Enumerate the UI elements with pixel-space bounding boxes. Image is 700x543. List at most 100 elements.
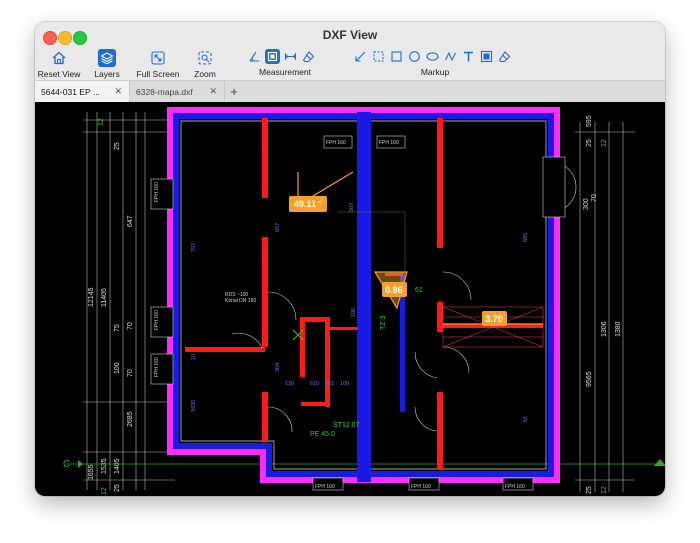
- close-tab-icon[interactable]: ✕: [114, 86, 122, 97]
- drawing-canvas[interactable]: 12 25 647 12145 11405 75 70 100 70 2685 …: [35, 102, 665, 496]
- blue-dim: 657: [275, 223, 281, 232]
- fph-label: FPH 160: [505, 484, 525, 490]
- dim-label: 100: [114, 362, 121, 374]
- expand-icon: [149, 49, 167, 67]
- ellipse-icon[interactable]: [425, 49, 440, 64]
- axis-label: C: [63, 459, 70, 470]
- blue-dim: 304: [275, 363, 281, 372]
- full-screen-button[interactable]: Full Screen: [136, 49, 180, 79]
- right-dimension-lines: [575, 122, 635, 492]
- blue-dim: 100: [340, 381, 349, 387]
- tab-bar: 5644-031 EP ... ✕ 6328-mapa.dxf ✕ +: [35, 80, 665, 102]
- dim-label: 70: [127, 322, 134, 330]
- toolbar: DXF View Reset View Layers Full Screen Z…: [35, 22, 665, 103]
- zoom-button[interactable]: Zoom: [191, 49, 219, 79]
- dim-label: 25: [586, 139, 593, 147]
- dim-label: 9565: [586, 371, 593, 387]
- dim-label: 595: [586, 115, 593, 127]
- dim-label: 1535: [101, 458, 108, 474]
- length-value: 3.70: [485, 314, 503, 324]
- dim-label: 2685: [127, 411, 134, 427]
- blue-dim: 10: [191, 354, 197, 360]
- area-measure-icon[interactable]: [265, 49, 280, 64]
- green-note: ST12 07: [333, 422, 360, 429]
- full-screen-label: Full Screen: [136, 69, 180, 79]
- fph-label: FPH 160: [379, 140, 399, 146]
- eraser-icon[interactable]: [301, 49, 316, 64]
- zoom-label: Zoom: [194, 69, 216, 79]
- angle-measure-icon[interactable]: [247, 49, 262, 64]
- fph-label: FPH 160: [154, 182, 160, 202]
- dim-label: 12: [98, 118, 105, 126]
- dim-label: 647: [127, 215, 134, 227]
- close-tab-icon[interactable]: ✕: [209, 86, 217, 97]
- reset-view-label: Reset View: [37, 69, 81, 79]
- tab-label: 5644-031 EP ...: [41, 86, 100, 97]
- dim-label: 1380: [615, 321, 622, 337]
- dim-label: 75: [114, 324, 121, 332]
- angle-value: 49.11 °: [294, 199, 323, 209]
- dim-label: 12: [101, 487, 108, 495]
- distance-measure-icon[interactable]: [283, 49, 298, 64]
- circle-icon[interactable]: [407, 49, 422, 64]
- green-note: 61: [415, 287, 423, 294]
- markup-tools: [353, 49, 512, 64]
- green-note: TZ 3: [380, 316, 387, 330]
- axis-marker-left: [78, 460, 83, 468]
- arrow-icon[interactable]: [353, 49, 368, 64]
- dim-label: 1405: [114, 458, 121, 474]
- blue-dim: 130: [285, 381, 294, 387]
- home-icon: [50, 49, 68, 67]
- dim-label: 70: [591, 194, 598, 202]
- blue-dim: 507: [349, 203, 355, 212]
- dim-label: 25: [114, 484, 121, 492]
- left-dimension-lines: [83, 112, 175, 490]
- fph-label: FPH 160: [315, 484, 335, 490]
- zoom-icon: [196, 49, 214, 67]
- dim-label: 12: [601, 486, 608, 494]
- dim-label: 25: [586, 486, 593, 494]
- floor-plan: 12 25 647 12145 11405 75 70 100 70 2685 …: [63, 107, 665, 495]
- fph-label: FPH 160: [154, 310, 160, 330]
- add-tab-button[interactable]: +: [225, 81, 243, 102]
- blue-dim: 615: [310, 381, 319, 387]
- fph-label: FPH 160: [154, 357, 160, 377]
- dim-label: 70: [127, 369, 134, 377]
- dim-label: 1306: [601, 321, 608, 337]
- tab-5644-031[interactable]: 5644-031 EP ... ✕: [35, 81, 130, 102]
- markup-eraser-icon[interactable]: [497, 49, 512, 64]
- dim-label: 1655: [88, 464, 95, 480]
- measurement-group-label: Measurement: [259, 67, 311, 77]
- blue-dim: 100: [351, 308, 357, 317]
- rectangle-icon[interactable]: [389, 49, 404, 64]
- window-title: DXF View: [322, 28, 378, 42]
- freehand-icon[interactable]: [443, 49, 458, 64]
- blue-dim: 685: [523, 233, 529, 242]
- dim-label: 12145: [88, 287, 95, 307]
- fph-label: FPH 160: [411, 484, 431, 490]
- tab-6328-mapa[interactable]: 6328-mapa.dxf ✕: [130, 81, 225, 102]
- area-value: 0.86: [385, 285, 403, 295]
- axis-marker-right: [654, 459, 665, 466]
- room-text: Konal DN 150: [225, 298, 256, 304]
- tab-label: 6328-mapa.dxf: [136, 86, 193, 97]
- app-window: DXF View Reset View Layers Full Screen Z…: [35, 22, 665, 496]
- dim-label: 12: [601, 139, 608, 147]
- layers-icon: [98, 49, 116, 67]
- layers-button[interactable]: Layers: [91, 49, 123, 79]
- blue-dim: 3435: [191, 400, 197, 412]
- green-note: PE 45.0: [310, 431, 335, 438]
- text-icon[interactable]: [461, 49, 476, 64]
- reset-view-button[interactable]: Reset View: [37, 49, 81, 79]
- selection-rect-icon[interactable]: [371, 49, 386, 64]
- angle-measurement[interactable]: 49.11 °: [289, 171, 354, 212]
- blue-dim: 755: [325, 381, 334, 387]
- dim-label: 300: [583, 198, 590, 210]
- fill-color-icon[interactable]: [479, 49, 494, 64]
- markup-group-label: Markup: [420, 67, 450, 77]
- blue-dim: 797: [191, 243, 197, 252]
- dim-label: 11405: [101, 288, 108, 307]
- blue-dim: 61: [523, 416, 529, 422]
- dim-label: 25: [114, 142, 121, 150]
- measurement-tools: [247, 49, 316, 64]
